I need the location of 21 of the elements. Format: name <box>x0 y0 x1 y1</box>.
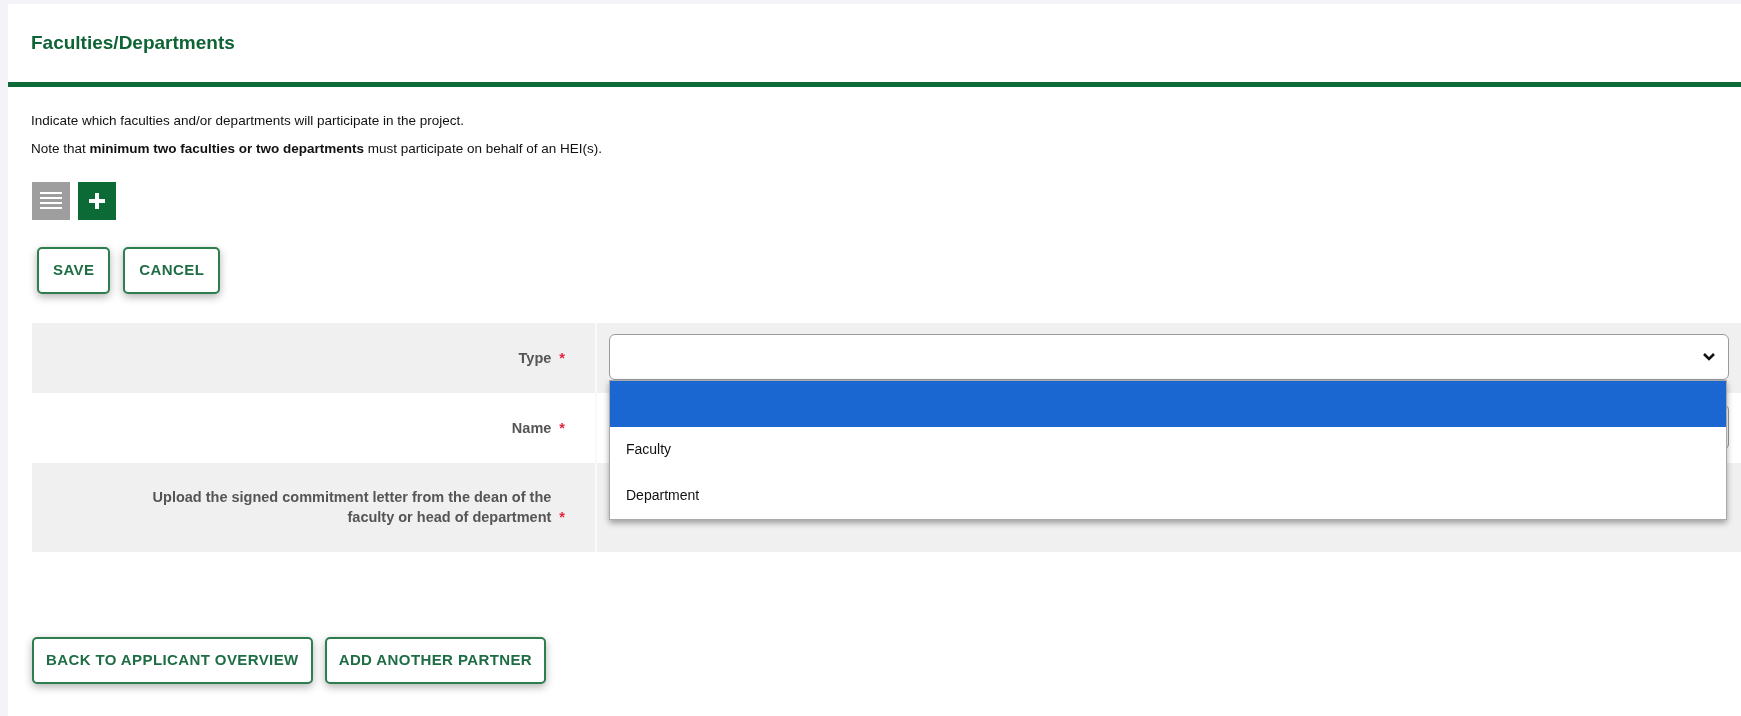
field-label: Name <box>511 418 552 438</box>
instruction-text: Note that minimum two faculties or two departments must participate on behalf of an HEI(s). <box>31 140 603 159</box>
dropdown-option[interactable]: Faculty <box>610 426 1726 473</box>
action-button[interactable]: SAVE <box>37 246 111 294</box>
action-button[interactable]: CANCEL <box>123 246 221 294</box>
required-asterisk: * <box>559 348 565 368</box>
add-button[interactable] <box>78 181 116 220</box>
required-asterisk: * <box>559 418 565 438</box>
section-title: Faculties/Departments <box>31 30 235 55</box>
field-label: Type <box>518 348 552 368</box>
action-button[interactable]: BACK TO APPLICANT OVERVIEW <box>32 636 313 684</box>
action-button[interactable]: ADD ANOTHER PARTNER <box>324 636 547 684</box>
required-asterisk: * <box>559 508 565 527</box>
list-icon <box>40 190 62 211</box>
dropdown-option[interactable]: Department <box>610 472 1726 519</box>
dropdown-option[interactable] <box>610 380 1726 427</box>
plus-icon <box>88 191 106 210</box>
instruction-text: Indicate which faculties and/or departments will participate in the project. <box>31 112 465 130</box>
chevron-down-icon <box>1702 351 1716 362</box>
type-select[interactable] <box>609 333 1729 380</box>
field-label: Upload the signed commitment letter from the dean of the faculty or head of department <box>151 488 552 527</box>
